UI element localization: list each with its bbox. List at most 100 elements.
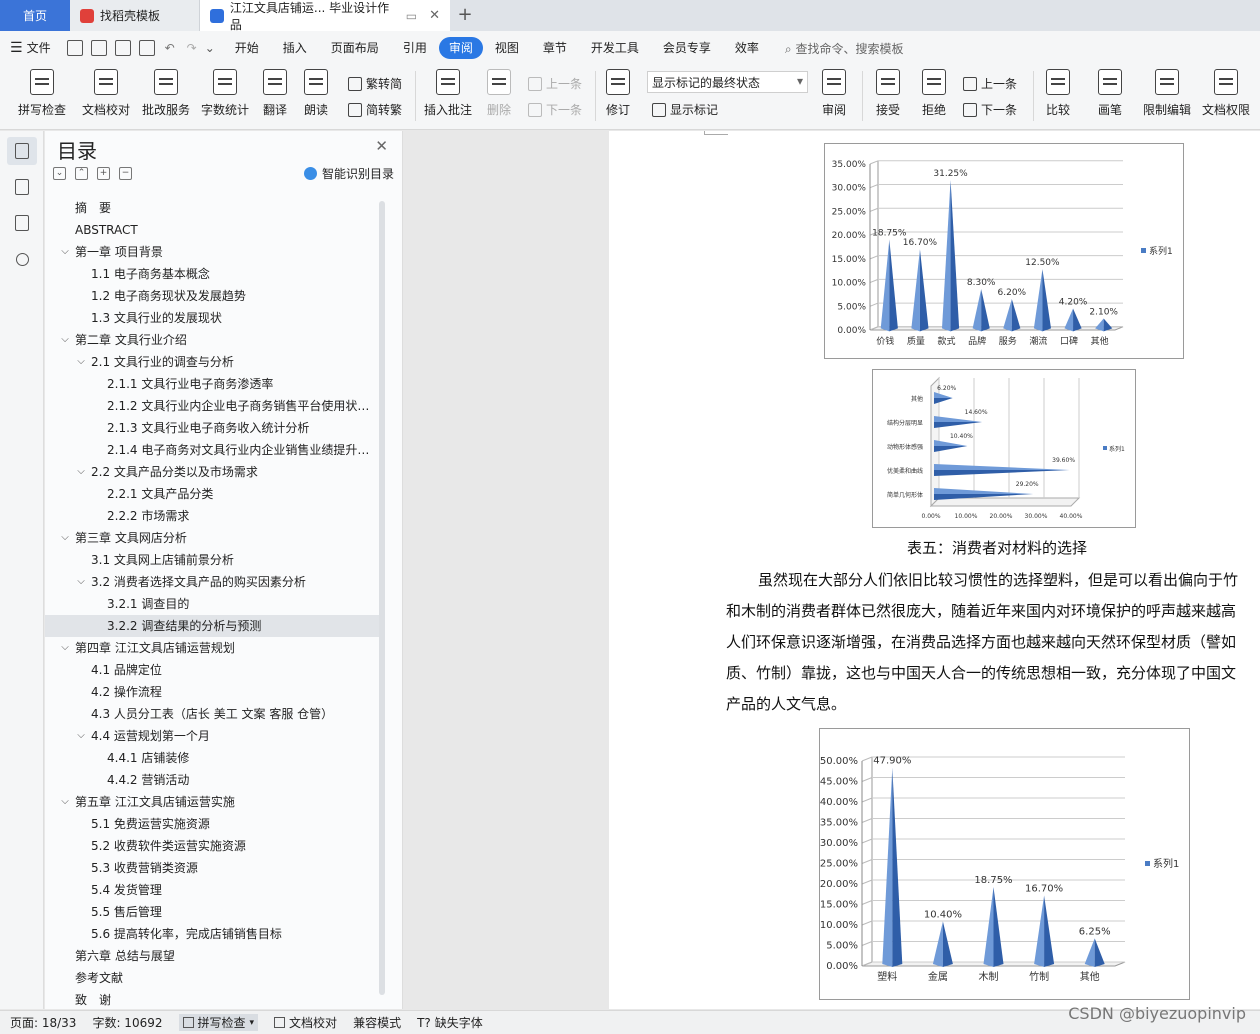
toc-item[interactable]: ⌵ 4.4 运营规划第一个月 xyxy=(45,725,379,747)
restrict-edit-button[interactable]: 限制编辑 xyxy=(1141,69,1193,118)
page-indicator[interactable]: 页面: 18/33 xyxy=(10,1014,76,1031)
menu-file[interactable]: 文件 xyxy=(27,37,63,59)
toc-item[interactable]: 摘 要 xyxy=(45,197,379,219)
toc-item[interactable]: 4.1 品牌定位 xyxy=(45,659,379,681)
toc-item[interactable]: 第六章 总结与展望 xyxy=(45,945,379,967)
menu-section[interactable]: 章节 xyxy=(531,37,579,59)
menu-start[interactable]: 开始 xyxy=(223,37,271,59)
toc-item[interactable]: ⌵ 3.2 消费者选择文具产品的购买因素分析 xyxy=(45,571,379,593)
doc-permission-button[interactable]: 文档权限 xyxy=(1200,69,1252,118)
toc-item[interactable]: 2.2.1 文具产品分类 xyxy=(45,483,379,505)
pen-button[interactable]: 画笔 xyxy=(1092,69,1128,118)
expand-all-icon[interactable]: ⌄ xyxy=(53,167,66,180)
status-doc-proof[interactable]: 文档校对 xyxy=(274,1014,337,1031)
toc-item[interactable]: ⌵ 第四章 江江文具店铺运营规划 xyxy=(45,637,379,659)
tab-document[interactable]: 江江文具店铺运... 毕业设计作品 ▭ ✕ xyxy=(200,0,450,32)
compare-button[interactable]: 比较 xyxy=(1040,69,1076,118)
toc-scrollbar[interactable] xyxy=(379,201,385,995)
toc-item[interactable]: ⌵ 第一章 项目背景 xyxy=(45,241,379,263)
toc-item[interactable]: 2.2.2 市场需求 xyxy=(45,505,379,527)
chevron-down-icon[interactable]: ⌵ xyxy=(59,329,71,351)
toc-item[interactable]: 3.1 文具网上店铺前景分析 xyxy=(45,549,379,571)
menu-view[interactable]: 视图 xyxy=(483,37,531,59)
chevron-down-icon[interactable]: ⌵ xyxy=(59,637,71,659)
toc-item[interactable]: 2.1.1 文具行业电子商务渗透率 xyxy=(45,373,379,395)
close-icon[interactable]: ✕ xyxy=(375,137,388,155)
chevron-down-icon[interactable]: ⌵ xyxy=(75,725,87,747)
toc-item[interactable]: ABSTRACT xyxy=(45,219,379,241)
menu-insert[interactable]: 插入 xyxy=(271,37,319,59)
quick-more-icon[interactable]: ⌄ xyxy=(205,41,215,55)
translate-button[interactable]: 翻译 xyxy=(257,69,293,118)
chevron-down-icon[interactable]: ⌵ xyxy=(59,527,71,549)
bookmark-nav-button[interactable] xyxy=(7,209,37,237)
new-tab-button[interactable]: + xyxy=(450,0,480,31)
chevron-down-icon[interactable]: ⌵ xyxy=(75,461,87,483)
accept-button[interactable]: 接受 xyxy=(870,69,906,118)
print-icon[interactable] xyxy=(114,40,131,56)
reject-button[interactable]: 拒绝 xyxy=(916,69,952,118)
export-icon[interactable] xyxy=(90,40,107,56)
undo-icon[interactable]: ↶ xyxy=(165,41,175,55)
read-aloud-button[interactable]: 朗读 xyxy=(300,69,332,118)
toc-item[interactable]: 5.1 免费运营实施资源 xyxy=(45,813,379,835)
command-search[interactable]: ⌕ 查找命令、搜索模板 xyxy=(785,40,904,57)
status-spell-check[interactable]: 拼写检查 ▾ xyxy=(178,1014,259,1031)
review-pane-button[interactable]: 审阅 xyxy=(816,69,852,118)
toc-item[interactable]: 2.1.4 电子商务对文具行业内企业销售业绩提升作用分析 xyxy=(45,439,379,461)
redo-icon[interactable]: ↷ xyxy=(187,41,197,55)
delete-comment-button[interactable]: 删除 xyxy=(481,69,517,118)
menu-member[interactable]: 会员专享 xyxy=(651,37,723,59)
toc-item[interactable]: 3.2.2 调查结果的分析与预测 xyxy=(45,615,379,637)
toc-item[interactable]: 1.3 文具行业的发展现状 xyxy=(45,307,379,329)
next-change-button[interactable]: 下一条 xyxy=(963,101,1017,118)
word-count-button[interactable]: 字数统计 xyxy=(199,69,251,118)
add-level-icon[interactable]: + xyxy=(97,167,110,180)
tab-pin-icon[interactable]: ▭ xyxy=(406,9,417,23)
menu-reference[interactable]: 引用 xyxy=(391,37,439,59)
toc-item[interactable]: 5.2 收费软件类运营实施资源 xyxy=(45,835,379,857)
markup-state-select[interactable]: 显示标记的最终状态 xyxy=(647,71,808,93)
smart-toc-button[interactable]: 智能识别目录 xyxy=(303,165,394,182)
toc-item[interactable]: 致 谢 xyxy=(45,989,379,1009)
toc-item[interactable]: 1.2 电子商务现状及发展趋势 xyxy=(45,285,379,307)
toc-item[interactable]: 5.4 发货管理 xyxy=(45,879,379,901)
chevron-down-icon[interactable]: ⌵ xyxy=(75,351,87,373)
track-changes-button[interactable]: 修订 xyxy=(600,69,636,118)
toc-item[interactable]: 4.3 人员分工表（店长 美工 文案 客服 仓管） xyxy=(45,703,379,725)
simp-to-trad-button[interactable]: 简转繁 xyxy=(348,101,402,118)
toc-item[interactable]: 5.3 收费营销类资源 xyxy=(45,857,379,879)
menu-review[interactable]: 审阅 xyxy=(438,37,483,59)
menu-layout[interactable]: 页面布局 xyxy=(319,37,391,59)
menu-devtools[interactable]: 开发工具 xyxy=(579,37,651,59)
toc-item[interactable]: 5.6 提高转化率，完成店铺销售目标 xyxy=(45,923,379,945)
status-missing-font[interactable]: T? 缺失字体 xyxy=(417,1014,483,1031)
toc-item[interactable]: ⌵ 第三章 文具网店分析 xyxy=(45,527,379,549)
toc-item[interactable]: 2.1.3 文具行业电子商务收入统计分析 xyxy=(45,417,379,439)
tab-home[interactable]: 首页 xyxy=(0,0,70,31)
chapter-nav-button[interactable] xyxy=(7,173,37,201)
toc-item[interactable]: ⌵ 2.2 文具产品分类以及市场需求 xyxy=(45,461,379,483)
toc-item[interactable]: ⌵ 第二章 文具行业介绍 xyxy=(45,329,379,351)
tab-template[interactable]: 找稻壳模板 xyxy=(70,0,200,31)
word-count-indicator[interactable]: 字数: 10692 xyxy=(92,1014,162,1031)
menu-efficiency[interactable]: 效率 xyxy=(723,37,771,59)
prev-comment-button[interactable]: 上一条 xyxy=(528,75,582,92)
toc-item[interactable]: 4.4.1 店铺装修 xyxy=(45,747,379,769)
tab-close-icon[interactable]: ✕ xyxy=(429,8,440,23)
chevron-down-icon[interactable]: ⌵ xyxy=(59,241,71,263)
toc-item[interactable]: 5.5 售后管理 xyxy=(45,901,379,923)
collapse-all-icon[interactable]: ⌃ xyxy=(75,167,88,180)
chevron-down-icon[interactable]: ⌵ xyxy=(75,571,87,593)
chevron-down-icon[interactable]: ⌵ xyxy=(59,791,71,813)
document-page[interactable]: 0.00% 5.00% 10.00% 15.00% 20.00% 25.00% 30.00%… xyxy=(609,131,1260,1009)
toc-item[interactable]: 3.2.1 调查目的 xyxy=(45,593,379,615)
toc-item[interactable]: ⌵ 第五章 江江文具店铺运营实施 xyxy=(45,791,379,813)
trad-to-simp-button[interactable]: 繁转简 xyxy=(348,75,402,92)
hamburger-icon[interactable]: ☰ xyxy=(10,40,23,56)
doc-proof-button[interactable]: 文档校对 xyxy=(80,69,132,118)
toc-item[interactable]: 4.2 操作流程 xyxy=(45,681,379,703)
prev-change-button[interactable]: 上一条 xyxy=(963,75,1017,92)
find-nav-button[interactable] xyxy=(7,245,37,273)
toc-item[interactable]: ⌵ 2.1 文具行业的调查与分析 xyxy=(45,351,379,373)
